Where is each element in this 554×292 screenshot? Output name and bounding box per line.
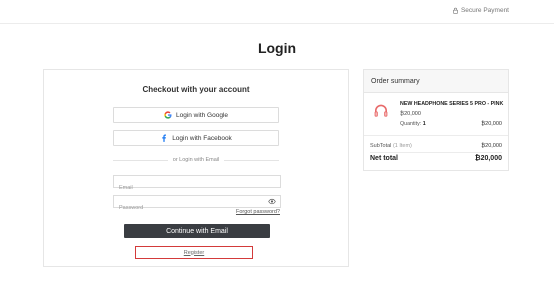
summary-divider <box>370 152 502 153</box>
password-field <box>113 195 281 214</box>
login-facebook-label: Login with Facebook <box>172 134 232 142</box>
divider-label: or Login with Email <box>172 157 220 163</box>
product-price: ₿20,000 <box>400 111 421 117</box>
order-summary-header: Order summary <box>364 70 508 93</box>
product-total: ₿20,000 <box>481 121 502 127</box>
summary-divider <box>364 135 508 136</box>
forgot-password-link[interactable]: Forgot password? <box>236 209 280 215</box>
email-input[interactable] <box>114 182 280 194</box>
subtotal-count: (1 Item) <box>392 143 412 149</box>
continue-with-email-button[interactable]: Continue with Email <box>124 224 270 238</box>
facebook-icon <box>162 134 167 142</box>
login-facebook-button[interactable]: Login with Facebook <box>113 130 279 146</box>
secure-payment-label: Secure Payment <box>460 7 509 14</box>
email-divider: or Login with Email <box>113 157 279 163</box>
lock-icon <box>453 7 458 14</box>
secure-payment: Secure Payment <box>452 7 509 14</box>
headphone-icon <box>374 104 388 117</box>
top-bar: Secure Payment <box>0 0 554 24</box>
eye-icon[interactable] <box>268 198 276 205</box>
net-total-label: Net total <box>370 155 398 162</box>
login-google-button[interactable]: Login with Google <box>113 107 279 123</box>
divider-line <box>224 159 279 161</box>
product-quantity: Quantity: 1 <box>400 121 426 127</box>
register-button[interactable]: Register <box>135 246 253 259</box>
quantity-label: Quantity: <box>400 121 422 127</box>
page-title: Login <box>257 40 297 56</box>
order-summary: Order summary NEW HEADPHONE SERIES 5 PRO… <box>363 69 509 171</box>
subtotal-label: SubTotal (1 Item) <box>370 143 412 149</box>
net-total-value: ₿20,000 <box>474 155 502 162</box>
order-summary-title: Order summary <box>371 78 420 85</box>
login-card: Checkout with your account Login with Go… <box>43 69 349 267</box>
subtotal-text: SubTotal <box>370 143 392 149</box>
email-field <box>113 175 281 194</box>
login-google-label: Login with Google <box>175 111 229 119</box>
quantity-value: 1 <box>422 121 426 127</box>
login-heading: Checkout with your account <box>142 85 250 94</box>
divider-line <box>113 159 168 161</box>
product-name: NEW HEADPHONE SERIES 5 PRO - PINK <box>400 101 504 107</box>
google-icon <box>164 111 172 119</box>
subtotal-value: ₿20,000 <box>481 143 502 149</box>
